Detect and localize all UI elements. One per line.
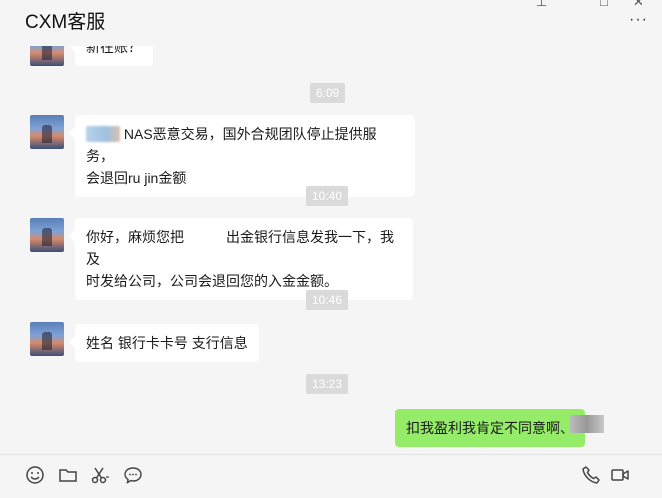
maximize-icon[interactable]: □ xyxy=(600,0,608,9)
chat-history[interactable]: 新在账？ 6:09 NAS恶意交易，国外合规团队停止提供服务， 会退回ru ji… xyxy=(0,46,662,454)
video-icon[interactable] xyxy=(610,465,630,485)
message-text: 你好，麻烦您把 xyxy=(86,229,184,245)
message-bubble-received[interactable]: 新在账？ xyxy=(69,46,153,66)
pin-icon[interactable]: ⊥ xyxy=(536,0,547,10)
phone-icon[interactable] xyxy=(581,465,601,485)
message-bubble-received[interactable]: NAS恶意交易，国外合规团队停止提供服务， 会退回ru jin金额 xyxy=(69,115,415,197)
message-text: 新在账？ xyxy=(86,46,142,55)
message-text: NAS恶意交易，国外合规团队停止提供服务， xyxy=(86,126,377,164)
message-text: 会退回ru jin金额 xyxy=(86,170,187,186)
timestamp: 10:46 xyxy=(306,290,349,310)
avatar[interactable] xyxy=(30,115,64,149)
close-icon[interactable]: ✕ xyxy=(633,0,644,10)
folder-icon[interactable] xyxy=(58,465,78,485)
timestamp: 10:40 xyxy=(306,186,349,206)
chat-title: CXM客服 xyxy=(25,12,106,33)
avatar[interactable] xyxy=(30,218,64,252)
redacted-area xyxy=(184,229,226,245)
message-text: 时发给公司，公司会退回您的入金金额。 xyxy=(86,273,338,289)
message-bubble-received[interactable]: 姓名 银行卡卡号 支行信息 xyxy=(69,324,259,362)
timestamp: 13:23 xyxy=(306,374,349,394)
chat-header: CXM客服 ⊥ □ ✕ ··· xyxy=(0,0,662,46)
more-options-icon[interactable]: ··· xyxy=(629,12,648,28)
message-bubble-received[interactable]: 你好，麻烦您把 出金银行信息发我一下，我及 时发给公司，公司会退回您的入金金额。 xyxy=(69,218,413,300)
input-toolbar xyxy=(0,454,662,498)
message-text: 扣我盈利我肯定不同意啊、 xyxy=(406,420,574,436)
message-text: 姓名 银行卡卡号 支行信息 xyxy=(86,335,248,351)
redacted-avatar xyxy=(570,415,604,433)
message-bubble-sent[interactable]: 扣我盈利我肯定不同意啊、 xyxy=(395,409,591,447)
avatar[interactable] xyxy=(30,46,64,66)
chat-bubble-icon[interactable] xyxy=(123,465,143,485)
timestamp: 6:09 xyxy=(310,83,346,103)
scissors-icon[interactable] xyxy=(90,465,110,485)
redacted-area xyxy=(86,126,120,142)
avatar[interactable] xyxy=(30,322,64,356)
emoji-icon[interactable] xyxy=(25,465,45,485)
